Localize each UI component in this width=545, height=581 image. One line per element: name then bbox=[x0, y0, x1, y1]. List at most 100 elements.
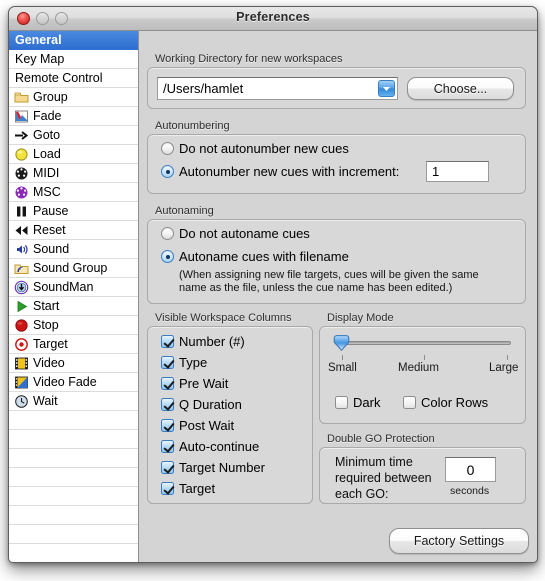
column-checkbox-post-wait[interactable]: Post Wait bbox=[161, 418, 234, 433]
autonaming-label: Autonaming bbox=[155, 205, 214, 217]
sidebar-item-label: Reset bbox=[33, 222, 66, 237]
sidebar-item-msc[interactable]: MSC bbox=[9, 183, 138, 202]
display-mode-slider-thumb[interactable] bbox=[333, 335, 350, 351]
soundman-icon bbox=[14, 280, 29, 295]
video-icon bbox=[14, 356, 29, 371]
autonumber-increment-input[interactable]: 1 bbox=[426, 161, 489, 182]
sidebar-empty-row bbox=[9, 525, 138, 544]
autonumber-off-label: Do not autonumber new cues bbox=[179, 141, 349, 156]
yellow-circle-icon bbox=[14, 147, 29, 162]
clock-icon bbox=[14, 394, 29, 409]
sidebar-item-goto[interactable]: Goto bbox=[9, 126, 138, 145]
checkbox-indicator bbox=[335, 396, 348, 409]
sidebar-item-label: Key Map bbox=[15, 51, 65, 66]
radio-indicator bbox=[161, 142, 174, 155]
checkbox-indicator bbox=[161, 398, 174, 411]
column-checkbox-pre-wait[interactable]: Pre Wait bbox=[161, 376, 228, 391]
double-go-input[interactable]: 0 bbox=[445, 457, 496, 482]
working-directory-label: Working Directory for new workspaces bbox=[155, 53, 343, 65]
column-checkbox-type[interactable]: Type bbox=[161, 355, 207, 370]
sidebar-empty-row bbox=[9, 411, 138, 430]
sidebar-item-general[interactable]: General bbox=[9, 31, 138, 50]
display-mode-label: Display Mode bbox=[327, 312, 394, 324]
checkbox-indicator bbox=[161, 482, 174, 495]
sidebar-item-midi[interactable]: MIDI bbox=[9, 164, 138, 183]
sidebar-item-sound[interactable]: Sound bbox=[9, 240, 138, 259]
sidebar-item-video-fade[interactable]: Video Fade bbox=[9, 373, 138, 392]
sidebar-item-sound-group[interactable]: Sound Group bbox=[9, 259, 138, 278]
preferences-content-pane: Working Directory for new workspaces /Us… bbox=[139, 31, 537, 562]
stop-icon bbox=[14, 318, 29, 333]
sound-group-icon bbox=[14, 261, 29, 276]
sidebar-item-group[interactable]: Group bbox=[9, 88, 138, 107]
autonumbering-label: Autonumbering bbox=[155, 120, 230, 132]
chevron-down-icon[interactable] bbox=[378, 80, 395, 97]
sidebar-item-wait[interactable]: Wait bbox=[9, 392, 138, 411]
sidebar-item-label: Video Fade bbox=[33, 374, 97, 389]
sidebar-item-pause[interactable]: Pause bbox=[9, 202, 138, 221]
screenshot-root: Preferences General Key Map Remote Control… bbox=[0, 0, 545, 581]
autoname-on-radio[interactable]: Autoname cues with filename bbox=[161, 249, 349, 264]
factory-settings-button[interactable]: Factory Settings bbox=[389, 528, 529, 554]
radio-indicator bbox=[161, 227, 174, 240]
column-checkbox-auto-continue[interactable]: Auto-continue bbox=[161, 439, 259, 454]
slider-label-large: Large bbox=[489, 362, 519, 374]
sidebar-item-label: Video bbox=[33, 355, 65, 370]
window-body: General Key Map Remote Control Group Fade Got… bbox=[9, 31, 537, 562]
checkbox-indicator bbox=[161, 419, 174, 432]
sidebar-item-label: Group bbox=[33, 89, 68, 104]
sidebar-item-video[interactable]: Video bbox=[9, 354, 138, 373]
autonumber-on-radio[interactable]: Autonumber new cues with increment: bbox=[161, 164, 399, 179]
column-checkbox-label: Post Wait bbox=[179, 418, 235, 433]
working-directory-input[interactable]: /Users/hamlet bbox=[157, 77, 398, 100]
column-checkbox-target-number[interactable]: Target Number bbox=[161, 460, 265, 475]
sidebar-item-label: Goto bbox=[33, 127, 61, 142]
column-checkbox-label: Q Duration bbox=[179, 397, 242, 412]
sidebar-empty-row bbox=[9, 487, 138, 506]
sidebar-item-label: MSC bbox=[33, 184, 61, 199]
folder-icon bbox=[14, 90, 29, 105]
dark-checkbox[interactable]: Dark bbox=[335, 395, 380, 410]
choose-button[interactable]: Choose... bbox=[407, 77, 514, 100]
column-checkbox-label: Pre Wait bbox=[179, 376, 229, 391]
column-checkbox-number-[interactable]: Number (#) bbox=[161, 334, 245, 349]
sidebar-item-soundman[interactable]: SoundMan bbox=[9, 278, 138, 297]
fade-icon bbox=[14, 109, 29, 124]
checkbox-indicator bbox=[161, 440, 174, 453]
arrow-right-icon bbox=[14, 128, 29, 143]
column-checkbox-label: Type bbox=[179, 355, 208, 370]
window-titlebar[interactable]: Preferences bbox=[9, 7, 537, 31]
pause-icon bbox=[14, 204, 29, 219]
column-checkbox-label: Target Number bbox=[179, 460, 265, 475]
preferences-sidebar[interactable]: General Key Map Remote Control Group Fade Got… bbox=[9, 31, 139, 562]
play-icon bbox=[14, 299, 29, 314]
sidebar-item-load[interactable]: Load bbox=[9, 145, 138, 164]
sidebar-item-reset[interactable]: Reset bbox=[9, 221, 138, 240]
display-mode-slider-track[interactable] bbox=[335, 341, 511, 345]
sidebar-item-label: Start bbox=[33, 298, 60, 313]
sidebar-item-fade[interactable]: Fade bbox=[9, 107, 138, 126]
sidebar-empty-row bbox=[9, 544, 138, 562]
sidebar-item-label: Pause bbox=[33, 203, 69, 218]
sidebar-item-key-map[interactable]: Key Map bbox=[9, 50, 138, 69]
autoname-off-radio[interactable]: Do not autoname cues bbox=[161, 226, 310, 241]
sound-icon bbox=[14, 242, 29, 257]
column-checkbox-label: Auto-continue bbox=[179, 439, 260, 454]
window-title: Preferences bbox=[236, 10, 310, 24]
column-checkbox-target[interactable]: Target bbox=[161, 481, 215, 496]
sidebar-item-label: MIDI bbox=[33, 165, 60, 180]
sidebar-item-target[interactable]: Target bbox=[9, 335, 138, 354]
preferences-window: Preferences General Key Map Remote Control… bbox=[8, 6, 538, 563]
sidebar-item-stop[interactable]: Stop bbox=[9, 316, 138, 335]
color-rows-checkbox[interactable]: Color Rows bbox=[403, 395, 488, 410]
color-rows-label: Color Rows bbox=[421, 395, 489, 410]
sidebar-item-remote-control[interactable]: Remote Control bbox=[9, 69, 138, 88]
autonumber-off-radio[interactable]: Do not autonumber new cues bbox=[161, 141, 349, 156]
column-checkbox-label: Number (#) bbox=[179, 334, 245, 349]
checkbox-indicator bbox=[161, 377, 174, 390]
sidebar-item-start[interactable]: Start bbox=[9, 297, 138, 316]
column-checkbox-label: Target bbox=[179, 481, 216, 496]
autoname-on-label: Autoname cues with filename bbox=[179, 249, 349, 264]
column-checkbox-q-duration[interactable]: Q Duration bbox=[161, 397, 242, 412]
visible-columns-label: Visible Workspace Columns bbox=[155, 312, 292, 324]
